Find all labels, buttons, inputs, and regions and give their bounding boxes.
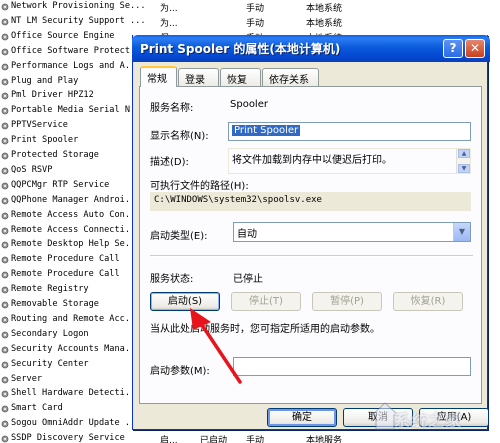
tab-general[interactable]: 常规 bbox=[140, 66, 177, 87]
resume-service-button[interactable]: 恢复(R) bbox=[393, 292, 463, 311]
service-row[interactable]: Network Provisioning Se... 为... 手动 本地系统 bbox=[0, 0, 500, 15]
service-name: SSDP Discovery Service bbox=[11, 433, 125, 443]
display-name-label: 显示名称(N): bbox=[150, 131, 209, 142]
service-description: 为... bbox=[160, 4, 178, 14]
pause-service-button[interactable]: 暂停(P) bbox=[312, 292, 382, 311]
description-field[interactable]: 将文件加载到内存中以便迟后打印。 ▲ ▼ bbox=[228, 148, 471, 174]
print-spooler-properties-dialog: Print Spooler 的属性(本地计算机) ? ✕ 常规 登录 恢复 依存… bbox=[132, 35, 490, 430]
scroll-down-icon[interactable]: ▼ bbox=[458, 164, 470, 173]
service-startup-type: 手动 bbox=[246, 436, 265, 443]
gear-icon bbox=[1, 241, 9, 249]
exe-path-field: C:\WINDOWS\system32\spoolsv.exe bbox=[150, 192, 471, 211]
service-logon-as: 本地系统 bbox=[306, 18, 343, 29]
gear-icon bbox=[1, 256, 9, 264]
gear-icon bbox=[1, 420, 9, 428]
close-button[interactable]: ✕ bbox=[465, 39, 485, 58]
ok-button[interactable]: 确定 bbox=[267, 408, 337, 427]
scroll-up-icon[interactable]: ▲ bbox=[458, 149, 470, 158]
general-tab-panel: 服务名称: Spooler 显示名称(N): Print Spooler 描述(… bbox=[139, 86, 482, 404]
gear-icon bbox=[1, 78, 9, 85]
gear-icon bbox=[1, 376, 9, 383]
display-name-field[interactable]: Print Spooler bbox=[228, 122, 471, 141]
gear-icon bbox=[1, 227, 9, 234]
gear-icon bbox=[1, 3, 9, 11]
gear-icon bbox=[1, 301, 9, 309]
service-logon-as: 本地系统 bbox=[306, 4, 343, 14]
gear-icon bbox=[1, 435, 9, 443]
service-status: 已启动 bbox=[200, 436, 228, 443]
service-name: Network Provisioning Se... bbox=[11, 1, 146, 11]
gear-icon bbox=[1, 137, 9, 145]
service-startup-type: 手动 bbox=[246, 18, 265, 29]
exe-path-value: C:\WINDOWS\system32\spoolsv.exe bbox=[154, 195, 322, 205]
service-name-value: Spooler bbox=[230, 99, 268, 110]
stop-service-button[interactable]: 停止(T) bbox=[231, 292, 301, 311]
chevron-down-icon[interactable]: ▼ bbox=[453, 223, 470, 241]
description-label: 描述(D): bbox=[150, 157, 189, 168]
gear-icon bbox=[1, 33, 9, 41]
gear-icon bbox=[1, 361, 9, 368]
service-status-value: 已停止 bbox=[233, 274, 263, 285]
service-description: 为... bbox=[160, 18, 178, 29]
gear-icon bbox=[1, 48, 9, 56]
start-params-input[interactable] bbox=[233, 357, 471, 376]
service-status-label: 服务状态: bbox=[150, 274, 194, 285]
gear-icon bbox=[1, 107, 9, 115]
startup-type-label: 启动类型(E): bbox=[150, 231, 208, 242]
gear-icon bbox=[1, 212, 9, 219]
separator bbox=[150, 255, 473, 257]
gear-icon bbox=[1, 405, 9, 413]
start-service-button[interactable]: 启动(S) bbox=[150, 292, 220, 311]
display-name-value: Print Spooler bbox=[232, 125, 301, 136]
gear-icon bbox=[1, 286, 9, 294]
service-row[interactable]: NT LM Security Support ... 为... 手动 本地系统 bbox=[0, 15, 500, 30]
service-name: NT LM Security Support ... bbox=[11, 15, 146, 26]
close-icon: ✕ bbox=[469, 41, 481, 55]
gear-icon bbox=[1, 92, 9, 100]
gear-icon bbox=[1, 18, 9, 26]
service-logon-as: 本地服务 bbox=[306, 436, 343, 443]
start-params-label: 启动参数(M): bbox=[150, 366, 210, 377]
watermark-text: 系统之家 bbox=[394, 411, 463, 430]
gear-icon bbox=[1, 331, 9, 339]
startup-type-select[interactable]: 自动 ▼ bbox=[233, 222, 471, 242]
watermark-logo: 系统之家 bbox=[370, 395, 500, 435]
screen: Network Provisioning Se... 为... 手动 本地系统 NT L… bbox=[0, 0, 500, 443]
description-value: 将文件加载到内存中以便迟后打印。 bbox=[232, 155, 392, 166]
gear-icon bbox=[1, 167, 9, 175]
startup-type-value: 自动 bbox=[237, 229, 257, 240]
help-icon: ? bbox=[449, 41, 457, 55]
gear-icon bbox=[1, 63, 9, 70]
service-name-label: 服务名称: bbox=[150, 103, 194, 114]
gear-icon bbox=[1, 316, 9, 324]
dialog-titlebar[interactable]: Print Spooler 的属性(本地计算机) ? ✕ bbox=[132, 35, 490, 62]
tab-recovery[interactable]: 恢复 bbox=[220, 68, 261, 86]
gear-icon bbox=[1, 182, 9, 190]
gear-icon bbox=[1, 271, 9, 279]
description-scrollbar[interactable]: ▲ ▼ bbox=[456, 149, 470, 173]
gear-icon bbox=[1, 346, 9, 354]
tab-logon[interactable]: 登录 bbox=[178, 68, 219, 86]
service-description: 启... bbox=[160, 436, 178, 443]
gear-icon bbox=[1, 122, 9, 130]
gear-icon bbox=[1, 152, 9, 160]
service-startup-type: 手动 bbox=[246, 4, 265, 14]
exe-path-label: 可执行文件的路径(H): bbox=[150, 181, 249, 192]
gear-icon bbox=[1, 197, 9, 205]
gear-icon bbox=[1, 390, 9, 398]
dialog-title: Print Spooler 的属性(本地计算机) bbox=[140, 42, 341, 56]
tab-dependencies[interactable]: 依存关系 bbox=[262, 68, 319, 86]
help-button[interactable]: ? bbox=[443, 39, 463, 58]
start-params-hint: 当从此处启动服务时，您可指定所适用的启动参数。 bbox=[150, 324, 380, 335]
